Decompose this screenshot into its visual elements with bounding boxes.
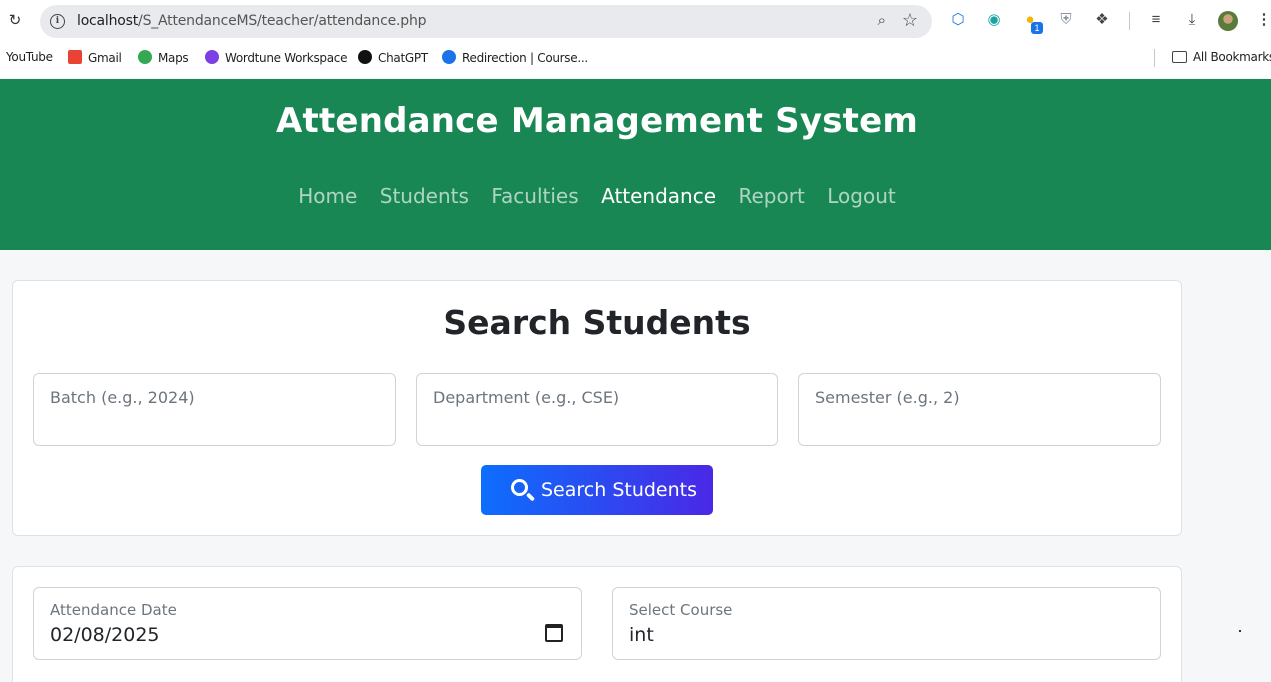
bookmark-star-icon[interactable]: ☆ [902,10,918,31]
search-card-title: Search Students [443,303,751,342]
attendance-date-field[interactable]: Attendance Date 02/08/2025 [33,587,582,660]
wordtune-icon [205,50,219,64]
main-nav: Home Students Faculties Attendance Repor… [0,184,1194,208]
extension-badge: 1 [1031,22,1043,34]
page-content: Attendance Management System Home Studen… [0,79,1271,682]
attendance-date-label: Attendance Date [50,601,177,619]
bookmark-gmail[interactable]: Gmail [68,50,122,65]
semester-placeholder: Semester (e.g., 2) [815,388,960,407]
attendance-card: Attendance Date 02/08/2025 Select Course… [12,566,1182,682]
stray-dot [1239,630,1241,632]
search-icon [511,479,528,496]
course-select-label: Select Course [629,601,733,619]
bookmark-youtube[interactable]: YouTube [6,50,53,64]
calendar-icon[interactable] [545,624,563,642]
department-placeholder: Department (e.g., CSE) [433,388,620,407]
extensions-puzzle-icon[interactable]: ❖ [1093,11,1111,29]
bookmarks-bar: YouTube Gmail Maps Wordtune Workspace Ch… [0,42,1271,78]
bookmark-redirection[interactable]: Redirection | Course... [442,50,588,65]
site-info-icon[interactable]: i [50,14,65,29]
bookmark-wordtune[interactable]: Wordtune Workspace [205,50,347,65]
page-title: Attendance Management System [276,101,918,141]
nav-attendance[interactable]: Attendance [601,184,716,208]
nav-logout[interactable]: Logout [827,184,895,208]
reload-icon[interactable]: ↻ [6,12,24,30]
nav-faculties[interactable]: Faculties [491,184,578,208]
course-select[interactable]: Select Course int [612,587,1161,660]
nav-report[interactable]: Report [738,184,804,208]
kebab-menu-icon[interactable]: ⋮ [1255,11,1271,29]
profile-avatar[interactable] [1218,11,1238,31]
batch-input[interactable]: Batch (e.g., 2024) [33,373,396,446]
department-input[interactable]: Department (e.g., CSE) [416,373,778,446]
attendance-date-value: 02/08/2025 [50,624,160,646]
address-bar[interactable]: i localhost/S_AttendanceMS/teacher/atten… [40,5,932,38]
gmail-icon [68,50,82,64]
folder-icon [1172,51,1187,63]
search-button-label: Search Students [541,479,698,501]
batch-placeholder: Batch (e.g., 2024) [50,388,195,407]
bookmark-maps[interactable]: Maps [138,50,189,65]
semester-input[interactable]: Semester (e.g., 2) [798,373,1161,446]
media-control-icon[interactable]: ≡ [1147,11,1165,29]
browser-toolbar: ↻ i localhost/S_AttendanceMS/teacher/att… [0,0,1271,42]
search-students-button[interactable]: Search Students [481,465,713,515]
extension-shield-icon[interactable]: ⬡ [949,11,967,29]
search-students-card: Search Students Batch (e.g., 2024) Depar… [12,280,1182,536]
all-bookmarks-button[interactable]: All Bookmarks [1172,50,1271,64]
toolbar-divider [1129,12,1130,30]
url-text[interactable]: localhost/S_AttendanceMS/teacher/attenda… [77,13,427,29]
nav-home[interactable]: Home [298,184,357,208]
course-select-value: int [629,624,654,646]
redirection-icon [442,50,456,64]
bookmark-chatgpt[interactable]: ChatGPT [358,50,428,65]
chatgpt-icon [358,50,372,64]
site-header: Attendance Management System Home Studen… [0,79,1271,250]
zoom-icon[interactable]: ⌕ [878,12,886,29]
extension-guard-icon[interactable]: ⛨ [1057,11,1075,29]
maps-pin-icon [138,50,152,64]
bookmarks-divider [1154,49,1155,67]
nav-students[interactable]: Students [380,184,469,208]
download-icon[interactable]: ⤓ [1183,11,1201,29]
extension-camera-icon[interactable]: ◉ [985,11,1003,29]
